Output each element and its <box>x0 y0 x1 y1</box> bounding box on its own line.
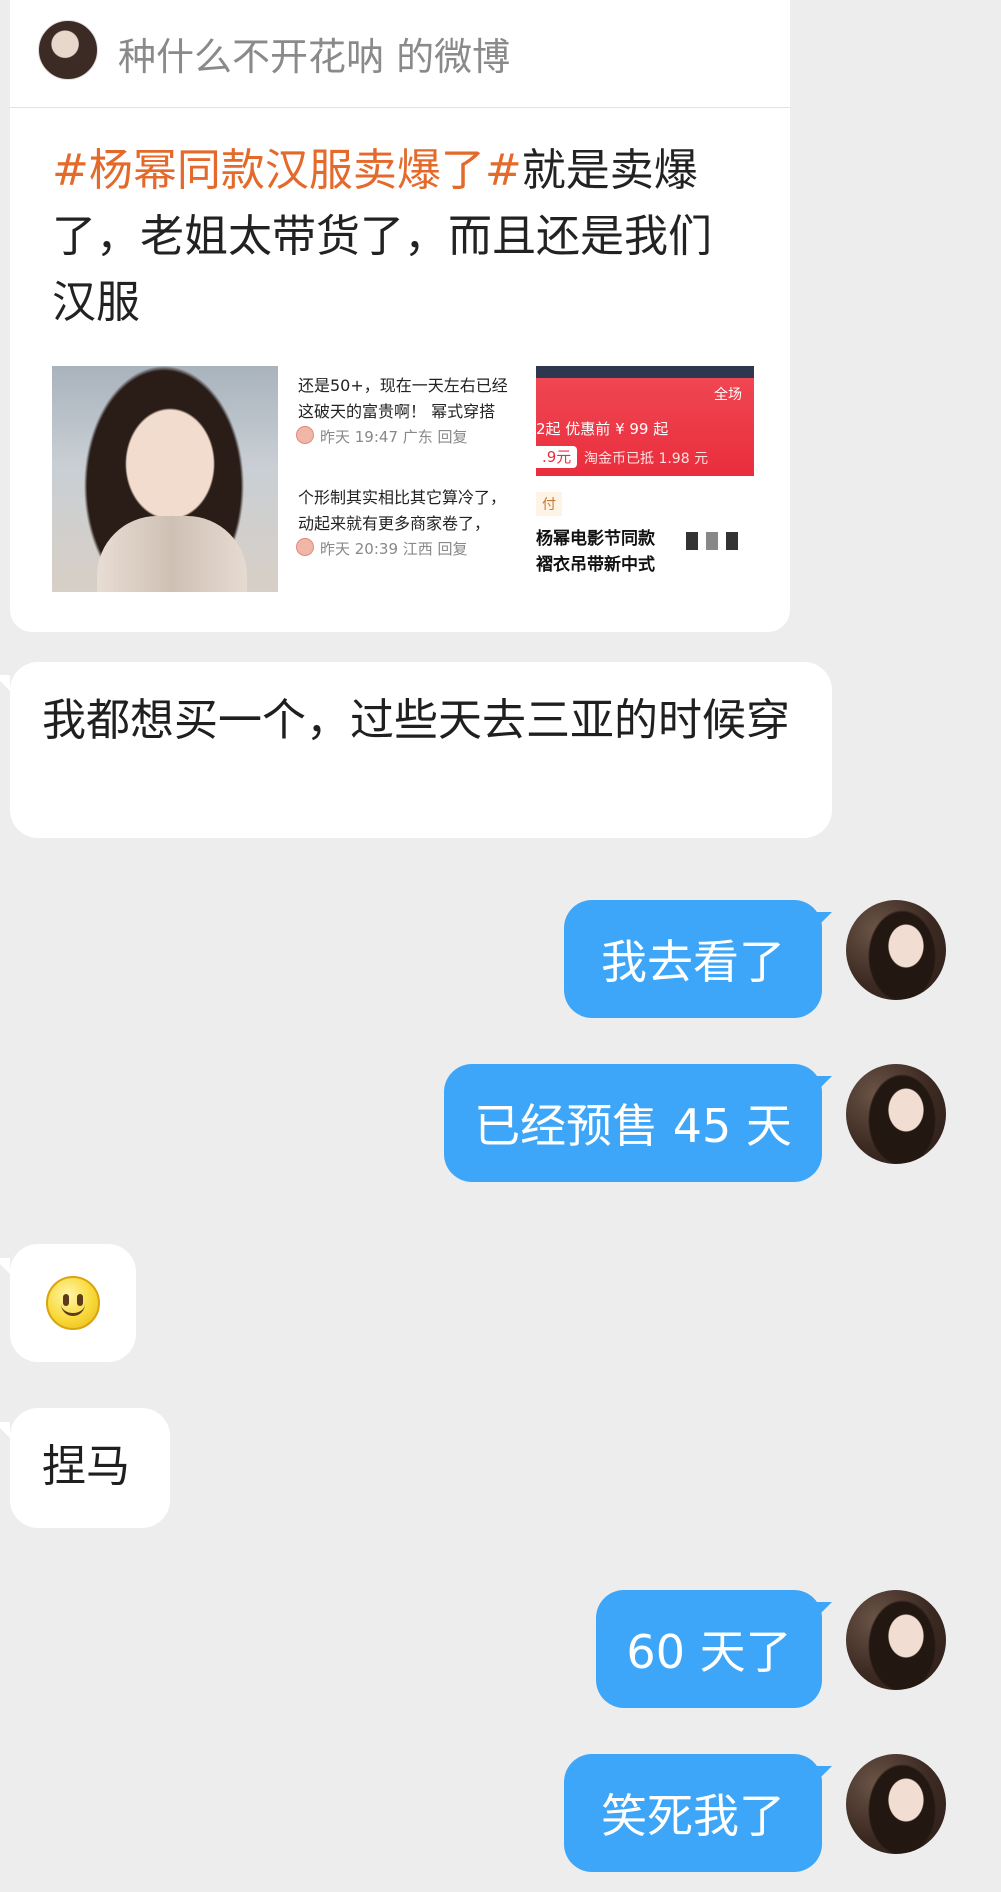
shop-screenshot-thumbnail[interactable]: 全场 2起 优惠前 ¥ 99 起 .9元 淘金币已抵 1.98 元 付 杨幂电影… <box>536 366 754 592</box>
bubble-tail <box>816 1766 832 1782</box>
smiley-mouth <box>61 1302 85 1316</box>
bubble-tail <box>0 1422 10 1438</box>
message-text: 笑死我了 <box>601 1789 785 1843</box>
comment-meta: 昨天 19:47 广东 回复 <box>320 428 468 446</box>
smiley-icon <box>46 1276 100 1330</box>
bubble-tail <box>0 1258 10 1274</box>
bubble-tail <box>816 1602 832 1618</box>
my-avatar[interactable] <box>846 1064 946 1164</box>
message-bubble-left[interactable]: 我都想买一个，过些天去三亚的时候穿 <box>10 662 832 838</box>
my-avatar[interactable] <box>846 1590 946 1690</box>
poster-avatar <box>38 20 98 80</box>
message-text: 捏马 <box>42 1441 130 1492</box>
message-text: 已经预售 45 天 <box>474 1099 792 1153</box>
card-source-title: 种什么不开花呐 的微博 <box>118 35 511 79</box>
message-bubble-left[interactable]: 捏马 <box>10 1408 170 1528</box>
bubble-tail <box>816 912 832 928</box>
shared-weibo-card[interactable]: 种什么不开花呐 的微博 #杨幂同款汉服卖爆了#就是卖爆了，老姐太带货了，而且还是… <box>10 0 790 632</box>
banner-corner-label: 全场 <box>714 387 742 403</box>
comment-line: 个形制其实相比其它算冷了， <box>298 488 507 507</box>
message-bubble-left[interactable] <box>10 1244 136 1362</box>
message-bubble-right[interactable]: 笑死我了 <box>564 1754 822 1872</box>
my-avatar[interactable] <box>846 1754 946 1854</box>
bubble-tail <box>0 675 10 691</box>
comment-meta: 昨天 20:39 江西 回复 <box>320 540 468 558</box>
commenter-avatar <box>296 538 314 556</box>
card-header: 种什么不开花呐 的微博 <box>10 0 790 108</box>
message-bubble-right[interactable]: 已经预售 45 天 <box>444 1064 822 1182</box>
pixelated-block <box>686 532 698 550</box>
message-bubble-right[interactable]: 我去看了 <box>564 900 822 1018</box>
comment-line: 这破天的富贵啊！ 幂式穿搭 <box>298 402 496 421</box>
message-text: 我去看了 <box>601 935 785 989</box>
product-title-line: 杨幂电影节同款 <box>536 529 655 549</box>
commenter-avatar <box>296 426 314 444</box>
bubble-tail <box>816 1076 832 1092</box>
comments-screenshot-thumbnail[interactable]: 还是50+，现在一天左右已经 这破天的富贵啊！ 幂式穿搭 昨天 19:47 广东… <box>294 366 520 592</box>
my-avatar[interactable] <box>846 900 946 1000</box>
price-line: 2起 优惠前 ¥ 99 起 <box>536 420 669 438</box>
pixelated-block <box>706 532 718 550</box>
message-bubble-right[interactable]: 60 天了 <box>596 1590 822 1708</box>
product-title-line: 褶衣吊带新中式 <box>536 555 655 575</box>
photo-thumbnail[interactable] <box>52 366 278 592</box>
price-tag: .9元 <box>536 446 578 468</box>
post-hashtag[interactable]: #杨幂同款汉服卖爆了# <box>52 145 522 196</box>
product-title: 杨幂电影节同款 褶衣吊带新中式 <box>536 526 754 578</box>
post-image-strip[interactable]: 还是50+，现在一天左右已经 这破天的富贵啊！ 幂式穿搭 昨天 19:47 广东… <box>52 366 754 592</box>
photo-figure <box>97 516 247 592</box>
pixelated-block <box>726 532 738 550</box>
message-text: 我都想买一个，过些天去三亚的时候穿 <box>42 695 790 746</box>
pay-tag: 付 <box>536 492 562 516</box>
coin-discount: 淘金币已抵 1.98 元 <box>584 451 709 467</box>
banner-strip <box>536 366 754 378</box>
message-text: 60 天了 <box>626 1625 792 1679</box>
comment-line: 还是50+，现在一天左右已经 <box>298 376 508 395</box>
comment-line: 动起来就有更多商家卷了， <box>298 514 491 533</box>
post-text: #杨幂同款汉服卖爆了#就是卖爆了，老姐太带货了，而且还是我们汉服 <box>52 138 752 336</box>
